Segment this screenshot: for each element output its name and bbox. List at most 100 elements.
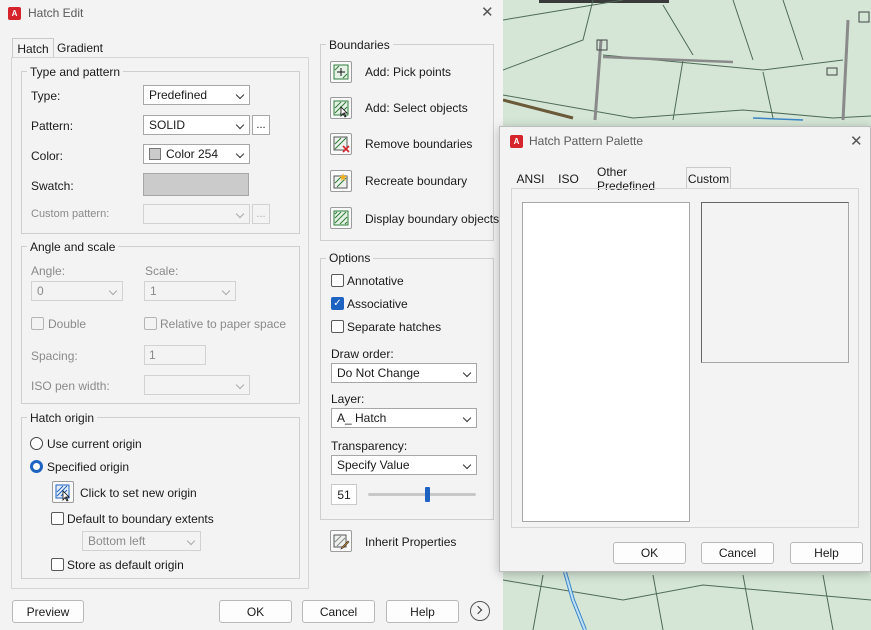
annotative-checkbox[interactable] [331,274,344,287]
set-origin-icon [55,484,70,502]
close-icon[interactable]: ✕ [850,134,863,149]
remove-boundaries-icon [333,136,350,153]
double-label: Double [48,317,87,331]
relative-paper-checkbox[interactable] [144,317,157,330]
more-options-arrow [473,605,483,615]
annotative-label: Annotative [347,274,404,288]
display-boundary-objects-label: Display boundary objects [365,212,500,226]
set-origin-button[interactable] [52,481,74,503]
custom-pattern-browse-button[interactable]: ... [252,204,270,224]
draw-order-value: Do Not Change [337,366,420,380]
separate-hatches-checkbox[interactable] [331,320,344,333]
extents-position-value: Bottom left [88,534,146,548]
transparency-value: Specify Value [337,458,410,472]
display-boundary-objects-button[interactable] [330,207,352,229]
use-current-origin-label: Use current origin [47,437,142,451]
remove-boundaries-button[interactable] [330,133,352,155]
custom-pattern-list[interactable] [522,202,690,522]
type-label: Type: [31,89,61,103]
custom-pattern-label: Custom pattern: [31,208,110,220]
chevron-down-icon [462,413,472,423]
type-select[interactable]: Predefined [143,85,250,105]
scale-value: 1 [150,284,157,298]
boundaries-legend: Boundaries [326,38,393,52]
hatch-edit-dialog: A Hatch Edit ✕ Hatch Gradient Type and p… [0,0,503,630]
inherit-properties-button[interactable] [330,530,352,552]
autocad-app-icon: A [510,134,523,148]
close-icon[interactable]: ✕ [481,5,494,20]
palette-ok-button[interactable]: OK [613,542,686,564]
pattern-preview-pane [701,202,849,363]
spacing-input[interactable]: 1 [144,345,206,365]
color-chip [149,148,161,160]
double-checkbox[interactable] [31,317,44,330]
transparency-label: Transparency: [331,439,408,453]
draw-order-select[interactable]: Do Not Change [331,363,477,383]
recreate-boundary-label: Recreate boundary [365,174,468,188]
tab-gradient[interactable]: Gradient [55,38,105,58]
hatch-origin-legend: Hatch origin [27,411,98,425]
tab-custom[interactable]: Custom [686,167,731,189]
transparency-select[interactable]: Specify Value [331,455,477,475]
title-bar: A Hatch Edit [0,0,83,26]
tab-ansi[interactable]: ANSI [512,169,549,189]
add-select-objects-button[interactable] [330,97,352,119]
chevron-down-icon [235,120,245,130]
use-current-origin-radio[interactable] [30,437,43,450]
add-pick-points-button[interactable] [330,61,352,83]
store-default-checkbox[interactable] [51,558,64,571]
add-pick-points-label: Add: Pick points [365,65,452,79]
chevron-down-icon [108,286,118,296]
inherit-properties-label: Inherit Properties [365,535,457,549]
type-pattern-legend: Type and pattern [27,65,124,79]
transparency-slider-track[interactable] [368,493,476,496]
tab-other-predefined[interactable]: Other Predefined [597,165,685,193]
transparency-slider-thumb[interactable] [425,487,431,502]
type-value: Predefined [149,88,208,102]
chevron-down-icon [221,286,231,296]
help-button[interactable]: Help [386,600,459,623]
cancel-button[interactable]: Cancel [302,600,375,623]
display-boundary-icon [333,210,349,226]
pattern-browse-button[interactable]: ... [252,115,270,135]
iso-pen-select[interactable] [144,375,250,395]
associative-label: Associative [347,297,408,311]
specified-origin-radio[interactable] [30,460,43,473]
layer-label: Layer: [331,392,365,406]
spacing-label: Spacing: [31,349,78,363]
ok-button[interactable]: OK [219,600,292,623]
swatch-preview[interactable] [143,173,249,196]
inherit-properties-icon [333,534,350,550]
pattern-select[interactable]: SOLID [143,115,250,135]
chevron-down-icon [235,149,245,159]
associative-checkbox[interactable]: ✓ [331,297,344,310]
chevron-down-icon [462,460,472,470]
color-value: Color 254 [166,147,219,161]
chevron-right-circle-icon[interactable] [470,601,490,621]
color-select[interactable]: Color 254 [143,144,250,164]
tab-iso[interactable]: ISO [554,169,583,189]
draw-order-label: Draw order: [331,347,394,361]
palette-cancel-button[interactable]: Cancel [701,542,774,564]
set-origin-label: Click to set new origin [80,486,197,500]
extents-position-select[interactable]: Bottom left [82,531,201,551]
scale-select[interactable]: 1 [144,281,236,301]
preview-button[interactable]: Preview [12,600,84,623]
chevron-down-icon [186,536,196,546]
transparency-amount-input[interactable]: 51 [331,484,357,505]
recreate-boundary-icon [333,173,348,189]
separate-hatches-label: Separate hatches [347,320,442,334]
angle-label: Angle: [31,264,66,278]
dialog-title: Hatch Edit [28,6,84,20]
recreate-boundary-button[interactable] [330,170,352,192]
remove-boundaries-label: Remove boundaries [365,137,473,151]
hatch-pattern-palette-dialog: A Hatch Pattern Palette ✕ ANSI ISO Other… [499,126,871,572]
default-extents-checkbox[interactable] [51,512,64,525]
custom-pattern-select[interactable] [143,204,250,224]
add-select-objects-label: Add: Select objects [365,101,468,115]
tab-hatch[interactable]: Hatch [12,38,54,58]
pattern-value: SOLID [149,118,186,132]
palette-help-button[interactable]: Help [790,542,863,564]
angle-select[interactable]: 0 [31,281,123,301]
layer-select[interactable]: A_ Hatch [331,408,477,428]
